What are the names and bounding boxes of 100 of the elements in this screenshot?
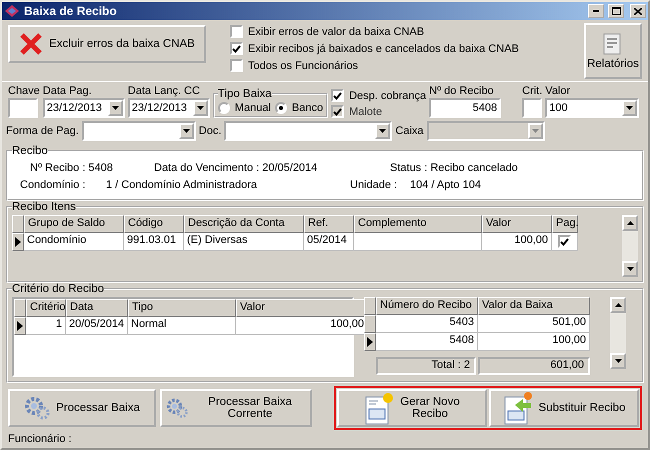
column-header[interactable]: Número do Recibo	[376, 297, 478, 315]
window-title: Baixa de Recibo	[24, 4, 118, 18]
gears-icon	[24, 396, 50, 420]
table-cell: Condomínio	[24, 233, 124, 251]
row-pointer-icon	[17, 321, 23, 331]
receipt-detail: Nº Recibo : 5408	[30, 162, 114, 174]
gears-icon	[166, 396, 188, 420]
checkbox-label: Exibir erros de valor da baixa CNAB	[248, 26, 424, 38]
table-cell: 100,00	[478, 333, 590, 351]
radio-label: Manual	[234, 102, 271, 114]
column-header[interactable]: Valor da Baixa	[478, 297, 590, 315]
action-button[interactable]: Gerar Novo Recibo	[337, 389, 487, 427]
criterion-input[interactable]	[522, 98, 542, 118]
caret-icon	[532, 129, 539, 133]
column-header[interactable]: Código	[124, 215, 184, 233]
radio-button[interactable]	[274, 102, 287, 114]
row-indicator	[364, 297, 376, 315]
checkbox[interactable]	[230, 59, 243, 72]
scrollbar[interactable]	[622, 215, 638, 277]
field-label: Valor	[545, 85, 572, 97]
minimize-button[interactable]	[588, 4, 604, 18]
receipt-detail: 104 / Apto 104	[410, 178, 482, 190]
maximize-icon	[612, 7, 620, 15]
total-count: Total : 2	[376, 357, 476, 375]
checkbox-label: Desp. cobrança	[349, 90, 426, 102]
caret-icon	[112, 106, 119, 110]
close-button[interactable]	[630, 4, 646, 18]
column-header[interactable]: Data	[66, 299, 128, 317]
close-icon	[634, 8, 642, 14]
group-label: Recibo Itens	[12, 201, 76, 213]
column-header[interactable]: Tipo	[128, 299, 236, 317]
field-label: Caixa	[395, 125, 424, 137]
caret-icon	[196, 106, 204, 110]
scroll-down-icon	[614, 359, 622, 363]
field-label: Doc.	[198, 125, 222, 137]
field-label: Data Pag.	[42, 85, 93, 97]
checkbox-label: Todos os Funcionários	[248, 60, 358, 72]
column-header[interactable]: Complemento	[354, 215, 482, 233]
checkbox-label: Malote	[349, 106, 382, 118]
radio-button[interactable]	[218, 102, 230, 114]
receipt-detail: Status : Recibo cancelado	[390, 162, 519, 174]
receipt-detail: Condomínio :	[20, 178, 86, 190]
field-label: Data Lanç. CC	[128, 85, 201, 97]
table-cell: 05/2014	[304, 233, 354, 251]
doc-input[interactable]	[224, 121, 392, 141]
employee-label: Funcionário :	[8, 433, 72, 445]
maximize-button[interactable]	[608, 4, 624, 18]
scroll-down-icon	[626, 267, 634, 271]
table-cell: 100,00	[482, 233, 552, 251]
key-input[interactable]	[8, 98, 38, 118]
scroll-up-icon	[626, 221, 634, 225]
action-button[interactable]: Processar Baixa	[8, 389, 156, 427]
delete-errors-button[interactable]: Excluir erros da baixa CNAB	[8, 25, 206, 63]
receipt-detail: 1 / Condomínio Administradora	[106, 178, 258, 190]
receipt-detail: Data do Vencimento : 20/05/2014	[154, 162, 318, 174]
row-pointer-icon	[15, 237, 21, 247]
table-cell: (E) Diversas	[184, 233, 304, 251]
row-pointer-icon	[367, 337, 373, 347]
action-button[interactable]: Substituir Recibo	[489, 389, 639, 427]
checkbox[interactable]	[230, 25, 243, 38]
value-dropdown[interactable]: 100	[545, 98, 640, 118]
caret-icon	[182, 129, 190, 133]
checkbox[interactable]	[331, 89, 344, 102]
table-cell: 991.03.01	[124, 233, 184, 251]
field-label: Crit.	[522, 85, 542, 97]
checkbox[interactable]	[230, 42, 243, 55]
field-label: Forma de Pag.	[6, 125, 79, 137]
caret-icon	[379, 129, 386, 133]
scrollbar[interactable]	[610, 297, 626, 369]
checkbox-label: Exibir recibos já baixados e cancelados da baixa CNAB	[248, 42, 519, 54]
column-header[interactable]: Valor	[482, 215, 552, 233]
caret-icon	[626, 106, 634, 110]
column-header[interactable]: Descrição da Conta	[184, 215, 304, 233]
action-button[interactable]: Processar Baixa Corrente	[160, 389, 312, 427]
receipt-number-input[interactable]: 5408	[429, 98, 502, 118]
table-cell: 501,00	[478, 315, 590, 333]
app-icon	[4, 4, 20, 18]
radio-label: Banco	[292, 102, 324, 114]
check-icon	[560, 238, 569, 246]
date-picker[interactable]: 23/12/2013	[128, 98, 210, 118]
group-label: Critério do Recibo	[12, 283, 104, 295]
group-label: Tipo Baixa	[218, 88, 272, 100]
table-cell: 5408	[376, 333, 478, 351]
check-icon	[232, 44, 241, 52]
checkbox[interactable]	[558, 235, 571, 248]
minimize-icon	[593, 10, 599, 12]
field-label: Nº do Recibo	[429, 85, 495, 97]
date-picker[interactable]: 23/12/2013	[42, 98, 125, 118]
scroll-up-icon	[614, 303, 622, 307]
form-sparkle-icon	[364, 391, 394, 425]
table-cell: Normal	[128, 317, 236, 335]
form-arrow-icon	[502, 391, 533, 425]
column-header[interactable]: Ref.	[304, 215, 354, 233]
reports-button[interactable]: Relatórios	[584, 23, 642, 79]
column-header[interactable]: Critério	[26, 299, 66, 317]
receipt-detail: Unidade :	[350, 178, 398, 190]
column-header[interactable]: Pag.	[552, 215, 578, 233]
column-header[interactable]: Grupo de Saldo	[24, 215, 124, 233]
table-cell: 5403	[376, 315, 478, 333]
table-cell: 1	[26, 317, 66, 335]
